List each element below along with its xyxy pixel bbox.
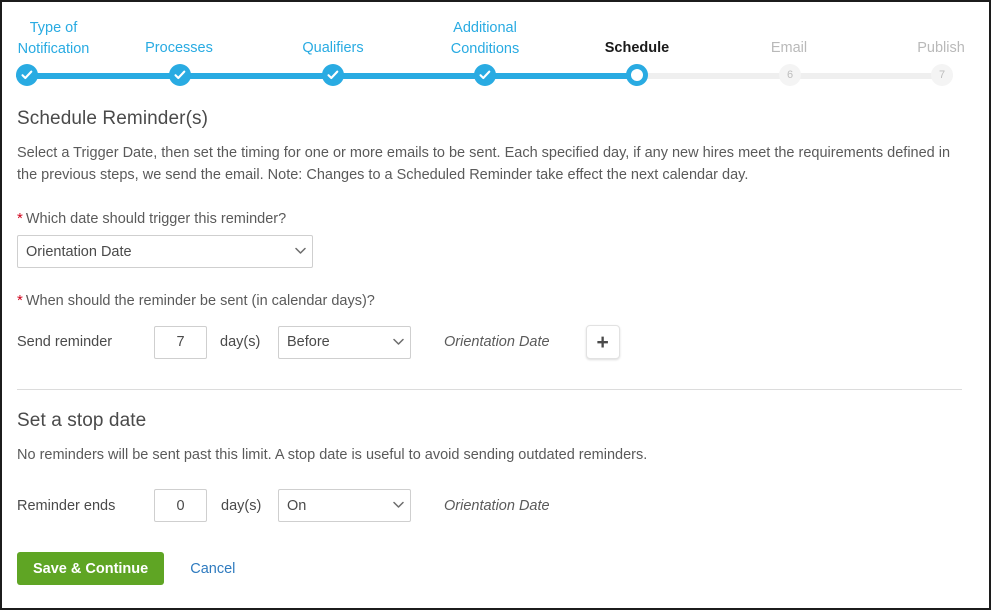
required-asterisk: * — [17, 292, 23, 309]
reminder-ends-trigger-echo: Orientation Date — [444, 497, 550, 514]
timing-label-text: When should the reminder be sent (in cal… — [25, 293, 375, 309]
reminder-ends-row: Reminder ends day(s) On Orientation Date — [17, 489, 974, 522]
check-icon — [174, 70, 186, 80]
timing-label: * When should the reminder be sent (in ca… — [17, 292, 974, 309]
notification-wizard-page: Type of Notification Processes Qualifier… — [0, 0, 991, 610]
required-asterisk: * — [17, 210, 23, 227]
step-label-processes[interactable]: Processes — [119, 38, 239, 59]
step-node-5-current[interactable] — [626, 64, 648, 86]
section-divider — [17, 389, 962, 390]
step-label-type-of-notification[interactable]: Type of Notification — [2, 18, 105, 60]
step-label-publish[interactable]: Publish — [881, 38, 989, 59]
step-node-6[interactable]: 6 — [779, 64, 801, 86]
plus-icon: + — [596, 330, 609, 354]
reminder-ends-days-input[interactable] — [154, 489, 207, 522]
form-actions: Save & Continue Cancel — [17, 552, 974, 585]
reminder-ends-relation-wrap: On — [278, 489, 411, 522]
step-node-3[interactable] — [322, 64, 344, 86]
reminder-ends-relation-select[interactable]: On — [278, 489, 411, 522]
check-icon — [479, 70, 491, 80]
send-reminder-label: Send reminder — [17, 334, 113, 350]
main-content: Schedule Reminder(s) Select a Trigger Da… — [2, 108, 989, 585]
step-node-1[interactable] — [16, 64, 38, 86]
reminder-ends-label: Reminder ends — [17, 497, 116, 514]
step-node-7[interactable]: 7 — [931, 64, 953, 86]
step-label-schedule[interactable]: Schedule — [577, 38, 697, 59]
send-reminder-days-input[interactable] — [154, 325, 207, 359]
trigger-date-label: * Which date should trigger this reminder… — [17, 210, 974, 227]
send-reminder-relation-wrap: Before — [278, 325, 411, 359]
trigger-date-select-wrap: Orientation Date — [17, 235, 313, 268]
send-reminder-row: Send reminder day(s) Before Orientation … — [17, 325, 974, 359]
add-reminder-button[interactable]: + — [585, 325, 620, 359]
wizard-stepper: Type of Notification Processes Qualifier… — [2, 2, 989, 88]
stepper-labels: Type of Notification Processes Qualifier… — [2, 2, 989, 64]
step-node-4[interactable] — [474, 64, 496, 86]
stop-date-title: Set a stop date — [17, 410, 147, 431]
stop-date-description: No reminders will be sent past this limi… — [17, 447, 648, 463]
send-reminder-relation-select[interactable]: Before — [278, 325, 411, 359]
check-icon — [21, 70, 33, 80]
step-node-2[interactable] — [169, 64, 191, 86]
page-title: Schedule Reminder(s) — [17, 108, 209, 129]
step-label-email[interactable]: Email — [729, 38, 849, 59]
send-reminder-days-unit: day(s) — [220, 334, 261, 350]
save-and-continue-button[interactable]: Save & Continue — [17, 552, 165, 585]
stepper-track: 6 7 — [2, 64, 989, 88]
cancel-link[interactable]: Cancel — [190, 561, 235, 577]
step-label-additional-conditions[interactable]: Additional Conditions — [425, 18, 545, 60]
trigger-date-select[interactable]: Orientation Date — [17, 235, 313, 268]
check-icon — [327, 70, 339, 80]
page-description: Select a Trigger Date, then set the timi… — [17, 145, 951, 183]
trigger-date-label-text: Which date should trigger this reminder? — [25, 211, 287, 227]
step-label-qualifiers[interactable]: Qualifiers — [273, 38, 393, 59]
send-reminder-trigger-echo: Orientation Date — [444, 334, 550, 350]
reminder-ends-days-unit: day(s) — [221, 497, 262, 514]
